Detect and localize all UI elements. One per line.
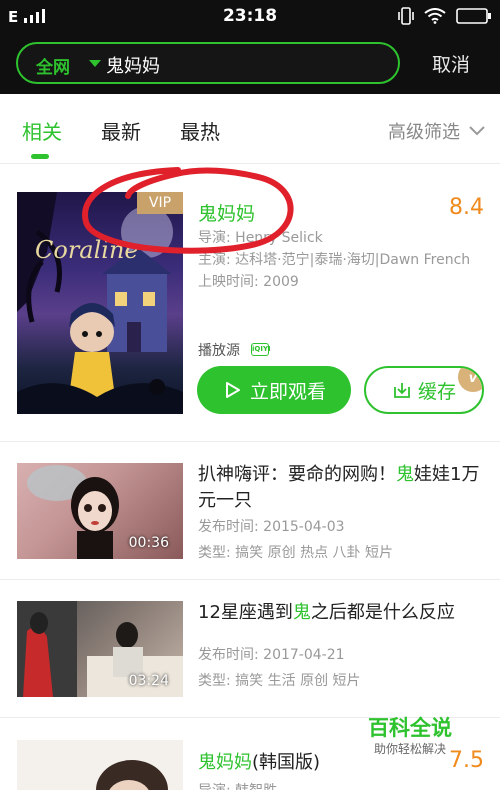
video-tags: 类型: 搞笑 生活 原创 短片: [198, 673, 361, 689]
chevron-down-icon: [469, 126, 485, 136]
video-title-highlight: 鬼: [396, 464, 414, 485]
poster-title: Coraline: [35, 236, 139, 264]
iqiyi-icon[interactable]: iQIYI: [251, 343, 271, 356]
video-tags: 类型: 搞笑 原创 热点 八卦 短片: [198, 545, 393, 561]
tab-hottest[interactable]: 最热: [180, 116, 220, 145]
video-date: 发布时间: 2015-04-03: [198, 519, 345, 535]
video-title-text: 12星座遇到: [198, 602, 293, 623]
cancel-button[interactable]: 取消: [432, 50, 470, 77]
battery-icon: [456, 8, 491, 24]
video-title-highlight: 鬼: [292, 602, 311, 623]
tab-related[interactable]: 相关: [22, 116, 62, 145]
source-label: 播放源: [198, 343, 240, 359]
video-thumbnail[interactable]: 00:36: [17, 463, 183, 559]
movie-title-text: (韩国版): [252, 752, 321, 773]
video-result-item[interactable]: 00:36 扒神嗨评：要命的网购！鬼娃娃1万元一只 发布时间: 2015-04-…: [0, 442, 500, 580]
movie-title-highlight: 鬼妈妈: [198, 752, 252, 773]
video-title[interactable]: 12星座遇到鬼之后都是什么反应: [198, 600, 488, 626]
vibrate-icon: [398, 7, 414, 25]
download-icon: [394, 383, 410, 398]
watermark-title: 百科全说: [368, 716, 452, 740]
video-title-text: 之后都是什么反应: [310, 602, 455, 623]
video-duration: 00:36: [128, 535, 169, 551]
movie-director: 导演: 韩智胜: [198, 780, 277, 790]
watch-now-button[interactable]: 立即观看: [197, 366, 351, 414]
video-result-item[interactable]: 03:24 12星座遇到鬼之后都是什么反应 发布时间: 2017-04-21 类…: [0, 580, 500, 718]
result-tabs: 相关 最新 最热 高级筛选: [0, 94, 500, 164]
movie-poster[interactable]: [17, 740, 183, 790]
video-title[interactable]: 扒神嗨评：要命的网购！鬼娃娃1万元一只: [198, 462, 488, 514]
search-scope-dropdown[interactable]: 全网: [36, 53, 70, 78]
watch-now-label: 立即观看: [249, 380, 326, 403]
search-input[interactable]: 鬼妈妈: [106, 52, 160, 78]
watermark-subtitle: 助你轻松解决: [373, 742, 446, 756]
search-box[interactable]: 全网 鬼妈妈: [16, 42, 400, 84]
movie-poster[interactable]: Coraline: [17, 192, 183, 414]
cache-button[interactable]: 缓存 v: [364, 366, 484, 414]
search-header: 全网 鬼妈妈 取消: [0, 32, 500, 94]
dropdown-arrow-icon[interactable]: [89, 60, 101, 67]
wifi-icon: [424, 8, 446, 24]
movie-cast: 主演: 达科塔·范宁|泰瑞·海切|Dawn French: [198, 252, 471, 268]
video-duration: 03:24: [128, 673, 169, 689]
watermark-logo: 百科全说 助你轻松解决: [354, 716, 466, 758]
movie-title[interactable]: 鬼妈妈: [198, 199, 255, 226]
advanced-filter-label: 高级筛选: [388, 122, 460, 143]
poster-portrait-image: [96, 760, 168, 790]
active-tab-indicator: [31, 154, 49, 159]
advanced-filter-button[interactable]: 高级筛选: [388, 118, 486, 144]
tab-latest[interactable]: 最新: [101, 116, 141, 145]
video-date: 发布时间: 2017-04-21: [198, 647, 345, 663]
poster-artwork: [17, 192, 183, 414]
movie-release: 上映时间: 2009: [198, 274, 299, 290]
status-bar: E 23:18: [0, 0, 500, 32]
play-icon: [225, 382, 240, 398]
movie-director: 导演: Henry Selick: [198, 230, 323, 246]
movie-score: 8.4: [449, 195, 484, 220]
cache-label: 缓存: [417, 380, 456, 403]
movie-result-card[interactable]: Coraline VIP 鬼妈妈 8.4 导演: Henry Selick 主演…: [0, 165, 500, 442]
vip-badge: VIP: [137, 192, 183, 214]
video-thumbnail[interactable]: 03:24: [17, 601, 183, 697]
vip-v-badge: v: [458, 368, 482, 392]
video-title-text: 扒神嗨评：要命的网购！: [198, 464, 396, 485]
